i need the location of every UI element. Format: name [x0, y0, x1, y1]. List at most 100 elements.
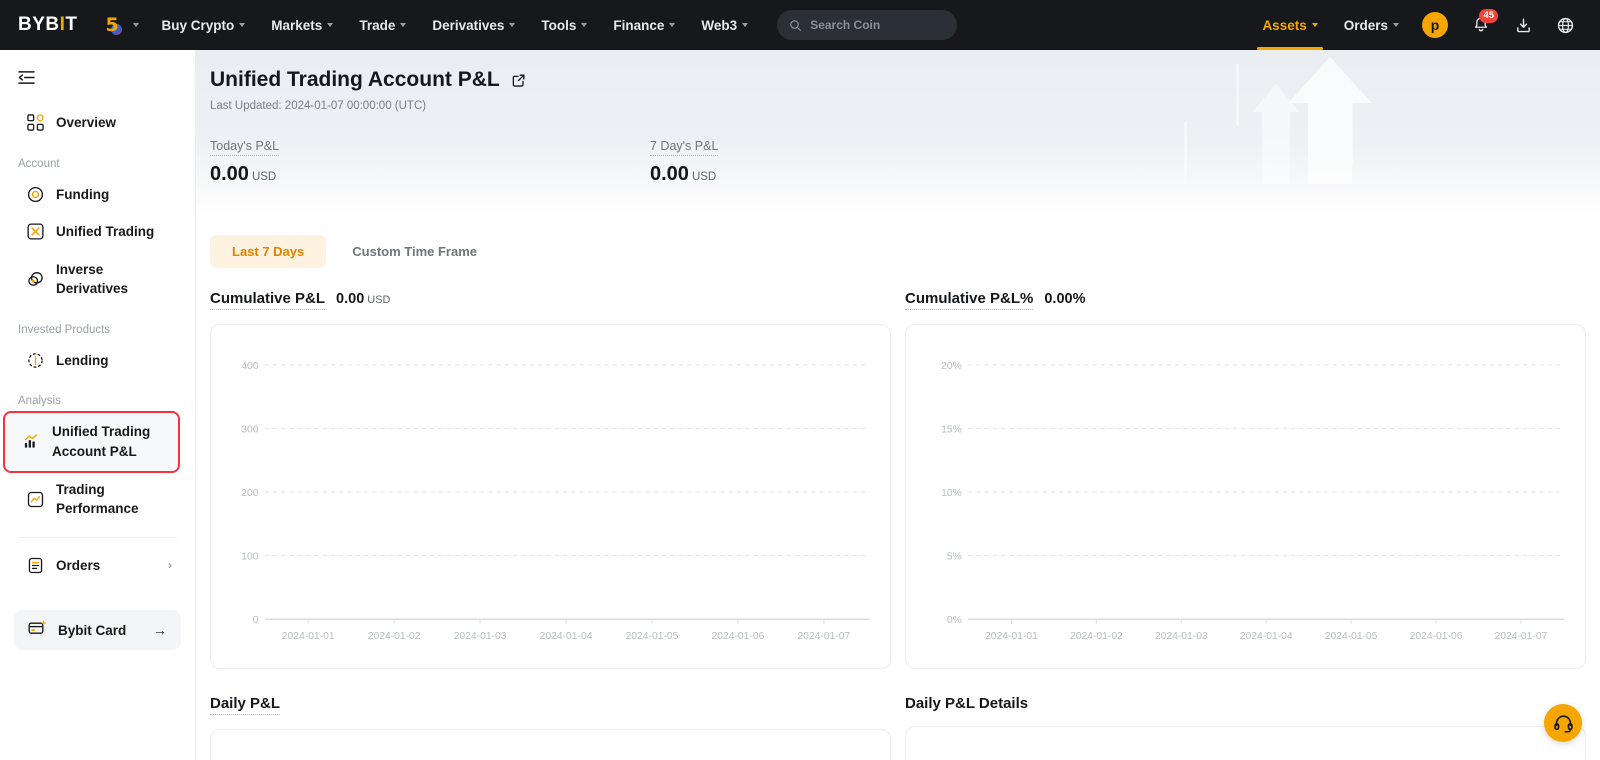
chevron-down-icon	[1393, 23, 1399, 27]
time-frame-tabs: Last 7 Days Custom Time Frame	[210, 235, 1586, 268]
cumulative-pnl-pct-title[interactable]: Cumulative P&L%	[905, 290, 1034, 310]
kpi-label[interactable]: Today's P&L	[210, 139, 280, 156]
bottom-sections-row: Daily P&L Daily P&L Details	[210, 695, 1586, 760]
sidebar-item-label: Unified Trading	[56, 224, 155, 240]
sidebar-item-inverse-derivatives[interactable]: Inverse Derivatives	[9, 251, 186, 308]
daily-pnl-details-section: Daily P&L Details	[905, 695, 1586, 760]
nav-item-assets[interactable]: Assets	[1249, 0, 1330, 50]
download-app-button[interactable]	[1507, 9, 1539, 41]
x-tick-label: 2024-01-02	[1070, 631, 1123, 642]
sidebar-item-label: Unified Trading Account P&L	[52, 424, 151, 459]
cumulative-pnl-unit: USD	[367, 294, 391, 306]
kpi-unit: USD	[251, 171, 277, 183]
cumulative-pnl-chart[interactable]: 400 300 200 100 0 2024-01-01 2024-01-02 …	[210, 324, 891, 669]
page-hero: Unified Trading Account P&L Last Updated…	[196, 50, 1600, 213]
cumulative-pnl-pct-value: 0.00%	[1044, 291, 1086, 307]
nav-item-web3[interactable]: Web3	[688, 0, 761, 50]
collapse-sidebar-icon	[18, 71, 35, 84]
sidebar-item-unified-trading-account-pnl[interactable]: Unified Trading Account P&L	[3, 411, 180, 473]
nav-label: Tools	[541, 17, 577, 33]
sidebar-group-account: Account	[18, 157, 60, 170]
bybit-card-button[interactable]: Bybit Card →	[14, 610, 181, 651]
nav-right-cluster: Assets Orders p 45	[1249, 0, 1586, 50]
nav-item-tools[interactable]: Tools	[528, 0, 600, 50]
chevron-down-icon	[581, 23, 588, 27]
grid-icon	[27, 114, 44, 131]
kpi-value: 0.00	[210, 163, 249, 185]
cumulative-pnl-value-wrap: 0.00 USD	[336, 291, 390, 307]
sidebar-item-lending[interactable]: Lending	[9, 342, 186, 380]
external-link-icon[interactable]	[511, 73, 526, 88]
kpi-value-wrap: 0.00 USD	[210, 163, 650, 186]
y-tick-label: 0%	[947, 615, 962, 626]
nav-label: Finance	[613, 17, 665, 33]
collapse-sidebar-button[interactable]	[0, 64, 195, 104]
y-tick-label: 200	[241, 488, 259, 499]
x-tick-label: 2024-01-07	[797, 631, 850, 642]
top-navigation-bar: BYB I T 5 Buy Crypto Markets Trade Derivat…	[0, 0, 1600, 50]
x-tick-label: 2024-01-01	[985, 631, 1038, 642]
daily-pnl-details-title: Daily P&L Details	[905, 695, 1029, 712]
daily-pnl-details-card[interactable]	[905, 726, 1586, 760]
cumulative-pnl-title[interactable]: Cumulative P&L	[210, 290, 326, 310]
app-shell: Overview Account Funding Unified Trading	[0, 50, 1600, 760]
x-tick-label: 2024-01-03	[1155, 631, 1208, 642]
sidebar-item-label: Trading Performance	[56, 481, 139, 517]
sidebar-group-invested-products: Invested Products	[18, 323, 111, 336]
avatar[interactable]: p	[1422, 12, 1448, 38]
notifications-button[interactable]: 45	[1465, 9, 1498, 41]
search-coin-box[interactable]	[777, 10, 958, 40]
support-chat-button[interactable]	[1544, 704, 1582, 742]
five-badge-icon: 5	[106, 15, 126, 35]
daily-pnl-card[interactable]	[210, 729, 891, 760]
nav-item-markets[interactable]: Markets	[258, 0, 346, 50]
page-body: Last 7 Days Custom Time Frame Cumulative…	[196, 235, 1600, 760]
sidebar-item-trading-performance[interactable]: Trading Performance	[9, 471, 186, 528]
y-tick-label: 300	[241, 425, 259, 436]
nav-item-trade[interactable]: Trade	[346, 0, 419, 50]
nav-label: Derivatives	[432, 17, 505, 33]
cumulative-pnl-value: 0.00	[336, 291, 365, 307]
nav-item-derivatives[interactable]: Derivatives	[419, 0, 528, 50]
x-tick-label: 2024-01-05	[1325, 631, 1378, 642]
cumulative-pnl-pct-header: Cumulative P&L% 0.00%	[905, 290, 1586, 310]
sidebar-item-orders[interactable]: Orders ›	[9, 547, 186, 585]
tab-last-7-days[interactable]: Last 7 Days	[210, 235, 327, 268]
sidebar: Overview Account Funding Unified Trading	[0, 50, 196, 760]
nav-item-buy-crypto[interactable]: Buy Crypto	[149, 0, 259, 50]
kpi-unit: USD	[691, 171, 717, 183]
kpi-label[interactable]: 7 Day's P&L	[650, 139, 719, 156]
sidebar-item-label: Funding	[56, 186, 110, 202]
funding-circle-icon	[27, 186, 44, 203]
language-button[interactable]	[1549, 9, 1581, 41]
tab-custom-time-frame[interactable]: Custom Time Frame	[330, 235, 499, 268]
y-tick-label: 100	[241, 552, 259, 563]
bybit-logo[interactable]: BYB I T	[18, 14, 78, 36]
y-tick-label: 0	[253, 615, 259, 626]
logo-text-1: BYB	[18, 14, 60, 35]
search-input[interactable]	[810, 18, 946, 32]
y-tick-label: 20%	[941, 361, 962, 372]
kpi-value: 0.00	[650, 163, 689, 185]
notification-badge: 45	[1479, 9, 1498, 23]
cumulative-pnl-header: Cumulative P&L 0.00 USD	[210, 290, 891, 310]
sidebar-item-funding[interactable]: Funding	[9, 176, 186, 214]
y-tick-label: 400	[241, 361, 259, 372]
nav-item-finance[interactable]: Finance	[600, 0, 688, 50]
nav-item-orders[interactable]: Orders	[1331, 0, 1412, 50]
chevron-down-icon	[669, 23, 676, 27]
sidebar-item-overview[interactable]: Overview	[9, 104, 186, 142]
logo-text-2: T	[65, 14, 78, 35]
daily-pnl-title[interactable]: Daily P&L	[210, 695, 281, 715]
nav-label: Buy Crypto	[161, 17, 235, 33]
x-tick-label: 2024-01-06	[712, 631, 765, 642]
cumulative-pnl-pct-chart[interactable]: 20% 15% 10% 5% 0% 2024-01-01 2024-01-02 …	[905, 324, 1586, 669]
sidebar-item-unified-trading[interactable]: Unified Trading	[9, 213, 186, 251]
y-tick-label: 10%	[941, 488, 962, 499]
five-anniversary-menu[interactable]: 5	[106, 0, 149, 50]
inverse-derivatives-icon	[27, 271, 44, 288]
chevron-down-icon	[509, 23, 516, 27]
x-tick-label: 2024-01-03	[454, 631, 507, 642]
chevron-down-icon	[400, 23, 407, 27]
x-tick-label: 2024-01-04	[1240, 631, 1293, 642]
